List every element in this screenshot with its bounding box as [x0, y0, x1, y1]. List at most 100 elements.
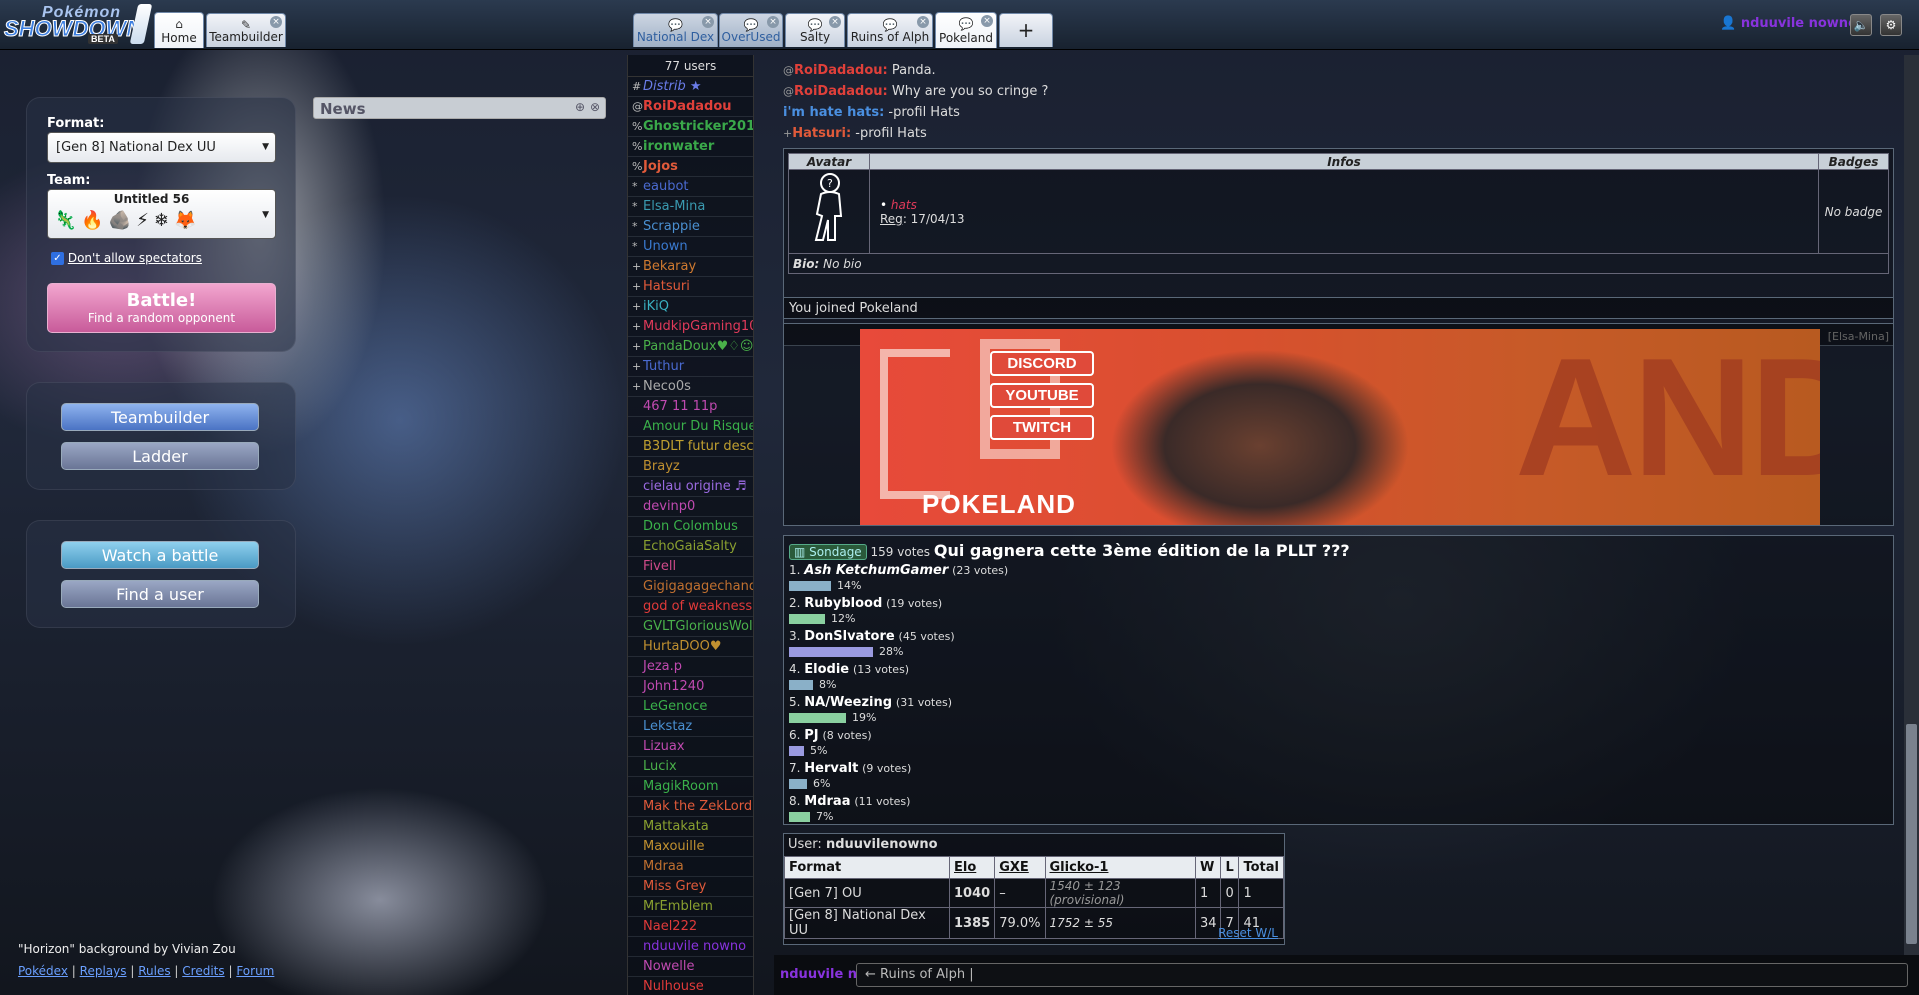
list-item[interactable]: Lucix: [628, 757, 753, 777]
list-item[interactable]: Mattakata: [628, 817, 753, 837]
column-header[interactable]: Glicko-1: [1044, 856, 1196, 879]
list-item[interactable]: + iKiQ: [628, 297, 753, 317]
tab-ruins-of-alph[interactable]: 💬 Ruins of Alph ×: [847, 13, 933, 47]
list-item[interactable]: Lekstaz: [628, 717, 753, 737]
list-item[interactable]: + Neco0s: [628, 377, 753, 397]
list-item[interactable]: Miss Grey: [628, 877, 753, 897]
list-item[interactable]: + MudkipGaming10: [628, 317, 753, 337]
list-item[interactable]: + Bekaray: [628, 257, 753, 277]
list-item[interactable]: Nael222: [628, 917, 753, 937]
add-tab-button[interactable]: +: [999, 13, 1053, 47]
list-item[interactable]: Nowelle: [628, 957, 753, 977]
message-author[interactable]: RoiDadadou:: [794, 84, 888, 99]
reset-wl-link[interactable]: Reset W/L: [1218, 926, 1278, 940]
list-item[interactable]: * Elsa-Mina: [628, 197, 753, 217]
tab-pokeland[interactable]: 💬 Pokeland ×: [935, 12, 997, 48]
list-item[interactable]: Mdraa: [628, 857, 753, 877]
list-item[interactable]: Gigigagagechandelier: [628, 577, 753, 597]
list-item[interactable]: cielau origine ♬: [628, 477, 753, 497]
list-item[interactable]: Fivell: [628, 557, 753, 577]
list-item[interactable]: B3DLT futur descoteaux: [628, 437, 753, 457]
list-item[interactable]: Mak the ZekLord: [628, 797, 753, 817]
twitch-link[interactable]: TWITCH: [990, 415, 1094, 440]
list-item[interactable]: nduuvile nowno: [628, 937, 753, 957]
gear-icon[interactable]: ⚙: [1880, 14, 1902, 36]
volume-icon[interactable]: 🔈: [1850, 14, 1872, 36]
poll-option[interactable]: 1. Ash KetchumGamer (23 votes) 14%: [789, 563, 1008, 596]
list-item[interactable]: GVLTGloriousWolf: [628, 617, 753, 637]
list-item[interactable]: %ironwater: [628, 137, 753, 157]
list-item[interactable]: * Unown: [628, 237, 753, 257]
list-item[interactable]: Brayz: [628, 457, 753, 477]
list-item[interactable]: god of weakness: [628, 597, 753, 617]
list-item[interactable]: Amour Du Risque: [628, 417, 753, 437]
poll-option[interactable]: 2. Rubyblood (19 votes) 12%: [789, 596, 1008, 629]
list-item[interactable]: %Jojos: [628, 157, 753, 177]
team-select[interactable]: Untitled 56 🦎🔥🪨⚡❄🦊 ▼: [47, 189, 276, 239]
showdown-logo[interactable]: Pokémon SHOWDOWN BETA: [2, 2, 153, 46]
list-item[interactable]: MagikRoom: [628, 777, 753, 797]
link-forum[interactable]: Forum: [236, 964, 274, 978]
list-item[interactable]: # Distrib ★: [628, 77, 753, 97]
tab-home[interactable]: ⌂ Home: [154, 12, 204, 48]
list-item[interactable]: %Ghostricker2019: [628, 117, 753, 137]
list-item[interactable]: + Tuthur: [628, 357, 753, 377]
close-icon[interactable]: ×: [767, 16, 779, 28]
column-header[interactable]: GXE: [994, 856, 1046, 879]
profile-username[interactable]: hats: [891, 198, 917, 212]
format-select[interactable]: [Gen 8] National Dex UU ▼: [47, 132, 276, 163]
list-item[interactable]: EchoGaiaSalty: [628, 537, 753, 557]
chat-input[interactable]: ← Ruins of Alph |: [856, 963, 1908, 987]
tab-national-dex[interactable]: 💬 National Dex ×: [633, 13, 718, 47]
close-icon[interactable]: ×: [270, 16, 282, 28]
checkbox-icon[interactable]: ✓: [51, 252, 64, 265]
teambuilder-button[interactable]: Teambuilder: [61, 403, 259, 431]
tab-salty[interactable]: 💬 Salty ×: [785, 13, 845, 47]
message-author[interactable]: Hatsuri:: [792, 126, 851, 141]
poll-option[interactable]: 3. DonSlvatore (45 votes) 28%: [789, 629, 1008, 662]
message-author[interactable]: RoiDadadou:: [794, 63, 888, 78]
list-item[interactable]: Nulhouse: [628, 977, 753, 995]
close-icon[interactable]: ⊗: [590, 100, 600, 114]
discord-link[interactable]: DISCORD: [990, 351, 1094, 376]
poll-option[interactable]: 5. NA/Weezing (31 votes) 19%: [789, 695, 1008, 728]
list-item[interactable]: devinp0: [628, 497, 753, 517]
list-item[interactable]: @RoiDadadou: [628, 97, 753, 117]
link-replays[interactable]: Replays: [80, 964, 127, 978]
list-item[interactable]: MrEmblem: [628, 897, 753, 917]
list-item[interactable]: * eaubot: [628, 177, 753, 197]
column-header[interactable]: Elo: [948, 856, 996, 879]
list-item[interactable]: Maxouille: [628, 837, 753, 857]
list-item[interactable]: John1240: [628, 677, 753, 697]
popout-icon[interactable]: ⊕: [575, 100, 585, 114]
list-item[interactable]: 467 11 11p: [628, 397, 753, 417]
ladder-button[interactable]: Ladder: [61, 442, 259, 470]
close-icon[interactable]: ×: [981, 15, 993, 27]
link-credits[interactable]: Credits: [182, 964, 224, 978]
close-icon[interactable]: ×: [702, 16, 714, 28]
youtube-link[interactable]: YOUTUBE: [990, 383, 1094, 408]
list-item[interactable]: HurtaDOO♥: [628, 637, 753, 657]
scrollbar-thumb[interactable]: [1906, 724, 1917, 944]
close-icon[interactable]: ×: [917, 16, 929, 28]
link-pokedex[interactable]: Pokédex: [18, 964, 68, 978]
battle-button[interactable]: Battle! Find a random opponent: [47, 283, 276, 333]
list-item[interactable]: Jeza.p: [628, 657, 753, 677]
list-item[interactable]: Lizuax: [628, 737, 753, 757]
spectators-option[interactable]: ✓ Don't allow spectators: [51, 251, 202, 265]
tab-overused[interactable]: 💬 OverUsed ×: [719, 13, 783, 47]
tab-teambuilder[interactable]: ✎ Teambuilder ×: [206, 13, 286, 47]
link-rules[interactable]: Rules: [138, 964, 170, 978]
find-user-button[interactable]: Find a user: [61, 580, 259, 608]
close-icon[interactable]: ×: [829, 16, 841, 28]
poll-option[interactable]: 7. Hervalt (9 votes) 6%: [789, 761, 1008, 794]
list-item[interactable]: LeGenoce: [628, 697, 753, 717]
poll-option[interactable]: 8. Mdraa (11 votes) 7%: [789, 794, 1008, 827]
message-author[interactable]: i'm hate hats:: [783, 105, 884, 120]
list-item[interactable]: + Hatsuri: [628, 277, 753, 297]
list-item[interactable]: + PandaDoux♥♢☺★: [628, 337, 753, 357]
watch-battle-button[interactable]: Watch a battle: [61, 541, 259, 569]
poll-option[interactable]: 4. Elodie (13 votes) 8%: [789, 662, 1008, 695]
list-item[interactable]: * Scrappie: [628, 217, 753, 237]
user-menu[interactable]: 👤 nduuvile nowno: [1720, 16, 1857, 31]
